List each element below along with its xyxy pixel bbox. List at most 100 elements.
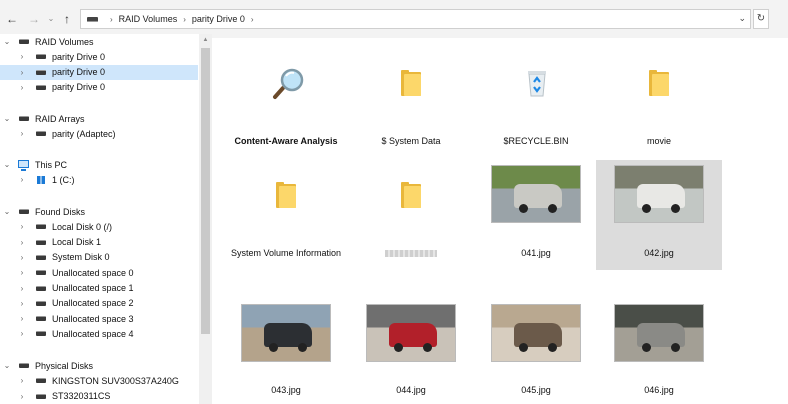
tree-item[interactable]: › Unallocated space 0 <box>0 265 198 280</box>
file-tile[interactable]: System Volume Information <box>223 160 349 270</box>
tree-item-label: parity Drive 0 <box>52 51 106 62</box>
file-tile[interactable]: 043.jpg <box>223 289 349 399</box>
file-tile[interactable]: 045.jpg <box>473 289 599 399</box>
refresh-icon: ↻ <box>756 13 766 24</box>
file-tile-label: $RECYCLE.BIN <box>503 136 569 146</box>
disk-icon <box>36 316 46 322</box>
file-tile-label: movie <box>646 136 671 146</box>
tree-item[interactable]: › Unallocated space 1 <box>0 281 198 296</box>
disk-icon <box>36 378 46 384</box>
tree-item-label: Unallocated space 0 <box>52 267 134 278</box>
tree-item-label: parity Drive 0 <box>52 67 106 78</box>
tree-item-label: Local Disk 0 (/) <box>52 221 113 232</box>
chevron-right-icon[interactable]: › <box>18 314 26 323</box>
scroll-up-icon[interactable]: ▲ <box>201 36 210 45</box>
tree-item-label: Unallocated space 1 <box>52 283 134 293</box>
chevron-right-icon[interactable]: › <box>18 376 26 385</box>
tree-item[interactable]: › parity Drive 0 <box>0 49 198 64</box>
disk-icon <box>19 39 29 44</box>
chevron-right-icon[interactable]: › <box>18 52 26 61</box>
tree-item[interactable]: › parity Drive 0 <box>0 80 198 95</box>
chevron-right-icon[interactable]: › <box>18 268 26 277</box>
photo-thumbnail <box>491 304 581 362</box>
tree-item-label: Local Disk 1 <box>52 237 102 248</box>
navigation-bar: ← → ⌄ ↑ › RAID Volumes › parity Drive 0 … <box>0 0 788 38</box>
chevron-down-icon[interactable]: ⌄ <box>3 114 11 123</box>
refresh-button[interactable]: ↻ <box>753 9 769 29</box>
file-tile[interactable]: $ System Data <box>348 48 474 158</box>
chevron-down-icon[interactable]: ⌄ <box>3 160 11 169</box>
tree-item[interactable]: › parity Drive 0 <box>0 64 198 80</box>
file-tile[interactable]: movie <box>596 48 722 158</box>
chevron-down-icon[interactable]: ⌄ <box>3 361 11 370</box>
address-bar[interactable]: › RAID Volumes › parity Drive 0 › ⌄ <box>80 9 751 29</box>
chevron-right-icon[interactable]: › <box>18 299 26 308</box>
disk-icon <box>36 300 46 306</box>
tree-item[interactable]: › Local Disk 1 <box>0 235 198 250</box>
tree-group-label: RAID Arrays <box>35 113 85 124</box>
chevron-right-icon[interactable]: › <box>18 175 26 184</box>
photo-thumbnail <box>614 165 704 223</box>
disk-icon <box>36 224 46 230</box>
forward-arrow-icon[interactable]: → <box>27 12 41 26</box>
up-arrow-icon[interactable]: ↑ <box>60 12 74 26</box>
folder-icon <box>401 182 421 208</box>
tree-item-label: parity (Adaptec) <box>52 128 116 139</box>
tree-item[interactable]: › ST3320311CS <box>0 389 198 404</box>
chevron-down-icon[interactable]: ⌄ <box>3 37 11 46</box>
chevron-down-icon[interactable]: ⌄ <box>3 207 11 216</box>
back-arrow-icon[interactable]: ← <box>5 12 19 26</box>
disk-icon <box>36 131 46 137</box>
disk-icon <box>19 363 29 368</box>
file-tile[interactable]: 044.jpg <box>348 289 474 399</box>
tree-item[interactable]: › 1 (C:) <box>0 172 198 187</box>
file-grid: Content-Aware Analysis $ System Data $RECY… <box>213 34 788 404</box>
tree-item-label: KINGSTON SUV300S37A240G <box>52 375 179 386</box>
folder-icon <box>401 70 421 96</box>
chevron-right-icon[interactable]: › <box>18 329 26 338</box>
tree-group-3[interactable]: ⌄ Found Disks <box>0 204 198 219</box>
tree-item[interactable]: › KINGSTON SUV300S37A240G <box>0 373 198 388</box>
chevron-right-icon[interactable]: › <box>18 129 26 138</box>
chevron-right-icon[interactable]: › <box>18 222 26 231</box>
chevron-right-icon[interactable]: › <box>18 68 26 77</box>
chevron-right-icon[interactable]: › <box>18 238 26 247</box>
navigation-tree: ⌄ RAID Volumes › parity Drive 0 › parity Driv… <box>0 34 212 404</box>
tree-group-1[interactable]: ⌄ RAID Arrays <box>0 111 198 126</box>
disk-icon <box>36 331 46 337</box>
chevron-right-icon[interactable]: › <box>18 392 26 401</box>
sidebar-scroll-thumb[interactable] <box>201 48 210 334</box>
chevron-right-icon[interactable]: › <box>18 284 26 293</box>
tree-item[interactable]: › Unallocated space 4 <box>0 326 198 341</box>
tree-item[interactable]: › parity (Adaptec) <box>0 126 198 141</box>
folder-icon <box>276 182 296 208</box>
tree-group-label: RAID Volumes <box>35 36 94 47</box>
file-tile[interactable]: 041.jpg <box>473 160 599 270</box>
address-dropdown-icon[interactable]: ⌄ <box>738 13 746 24</box>
tree-item[interactable]: › System Disk 0 <box>0 250 198 265</box>
file-tile-label: 041.jpg <box>521 248 551 258</box>
obscured-file-label <box>385 250 437 257</box>
file-tile[interactable]: 042.jpg <box>596 160 722 270</box>
file-tile[interactable]: Content-Aware Analysis <box>223 48 349 158</box>
file-tile-label: System Volume Information <box>230 248 342 258</box>
tree-group-2[interactable]: ⌄ This PC <box>0 157 198 172</box>
history-chevron-icon[interactable]: ⌄ <box>44 12 58 26</box>
file-tile-label: 043.jpg <box>271 385 301 395</box>
tree-group-4[interactable]: ⌄ Physical Disks <box>0 358 198 373</box>
tree-item[interactable]: › Unallocated space 2 <box>0 296 198 311</box>
breadcrumb-raid-volumes[interactable]: RAID Volumes <box>119 14 178 24</box>
disk-icon <box>36 393 46 399</box>
file-tile-label: Content-Aware Analysis <box>234 136 338 146</box>
tree-item[interactable]: › Local Disk 0 (/) <box>0 219 198 234</box>
tree-item[interactable]: › Unallocated space 3 <box>0 311 198 326</box>
tree-item-label: Unallocated space 3 <box>52 313 134 324</box>
chevron-right-icon[interactable]: › <box>18 83 26 92</box>
file-tile[interactable]: 046.jpg <box>596 289 722 399</box>
tree-group-label: This PC <box>35 159 68 170</box>
tree-group-0[interactable]: ⌄ RAID Volumes <box>0 34 198 49</box>
file-tile[interactable]: $RECYCLE.BIN <box>473 48 599 158</box>
chevron-right-icon[interactable]: › <box>18 253 26 262</box>
breadcrumb-parity-drive[interactable]: parity Drive 0 <box>192 14 245 24</box>
file-tile[interactable] <box>348 160 474 270</box>
